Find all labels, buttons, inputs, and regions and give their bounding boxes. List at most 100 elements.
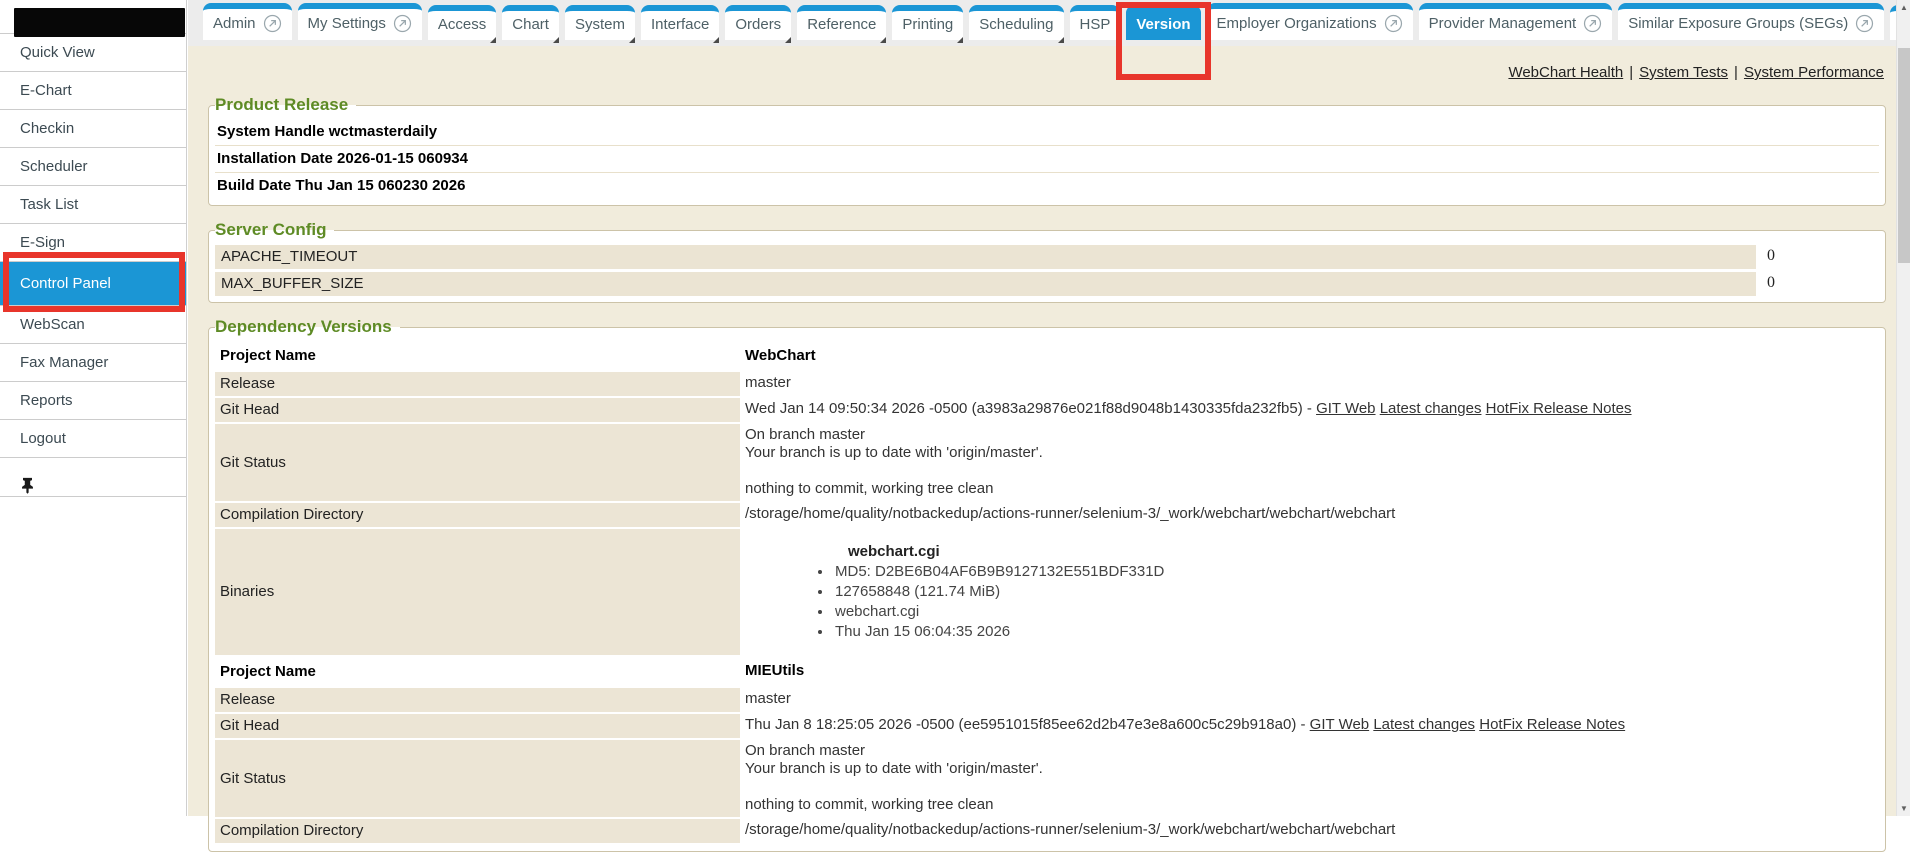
annotation-black-bar — [14, 8, 185, 37]
table-row-compilation-directory: Compilation Directory /storage/home/qual… — [215, 502, 1879, 528]
tab-reference[interactable]: Reference — [797, 5, 886, 40]
sidebar: Quick View E-Chart Checkin Scheduler Tas… — [0, 0, 187, 816]
installation-date-row: Installation Date 2026-01-15 060934 — [215, 146, 1879, 173]
hotfix-release-notes-link[interactable]: HotFix Release Notes — [1479, 716, 1625, 733]
system-handle-row: System Handle wctmasterdaily — [215, 119, 1879, 146]
system-performance-link[interactable]: System Performance — [1744, 64, 1884, 81]
row-label: Compilation Directory — [215, 818, 740, 844]
sidebar-item-e-chart[interactable]: E-Chart — [0, 71, 186, 109]
dropdown-caret-icon — [490, 37, 496, 43]
release-value: master — [740, 371, 1879, 397]
table-row-git-head: Git Head Wed Jan 14 09:50:34 2026 -0500 … — [215, 397, 1879, 423]
external-link-icon — [1384, 14, 1403, 33]
tab-label: Access — [438, 16, 486, 33]
sidebar-item-reports[interactable]: Reports — [0, 381, 186, 419]
tab-label: Admin — [213, 15, 256, 32]
sidebar-item-pin[interactable] — [0, 457, 186, 497]
dropdown-caret-icon — [785, 37, 791, 43]
vertical-scrollbar[interactable]: ▲ ▼ — [1896, 0, 1910, 816]
latest-changes-link[interactable]: Latest changes — [1380, 400, 1482, 417]
link-separator: | — [1629, 64, 1633, 81]
tab-label: Scheduling — [979, 16, 1053, 33]
git-status-value: On branch master Your branch is up to da… — [740, 739, 1879, 818]
config-value: 0 — [1759, 272, 1879, 296]
row-label: Binaries — [215, 528, 740, 656]
dependency-versions-table: Project Name WebChart Release master Git… — [215, 341, 1879, 845]
tab-interface[interactable]: Interface — [641, 5, 719, 40]
sidebar-item-checkin[interactable]: Checkin — [0, 109, 186, 147]
link-separator: | — [1734, 64, 1738, 81]
table-row-git-status: Git Status On branch master Your branch … — [215, 423, 1879, 502]
table-row-release: Release master — [215, 687, 1879, 713]
hotfix-release-notes-link[interactable]: HotFix Release Notes — [1486, 400, 1632, 417]
dependency-versions-title: Dependency Versions — [215, 317, 400, 337]
tab-label: Version — [1136, 16, 1190, 33]
dropdown-caret-icon — [553, 37, 559, 43]
project-name-value: MIEUtils — [740, 656, 1879, 687]
binary-details-list: MD5: D2BE6B04AF6B9B9127132E551BDF331D 12… — [745, 563, 1874, 640]
tab-bar: Admin My Settings Access Chart System In… — [188, 0, 1896, 46]
sidebar-item-logout[interactable]: Logout — [0, 419, 186, 457]
tab-label: My Settings — [308, 15, 386, 32]
tab-access[interactable]: Access — [428, 5, 496, 40]
tab-printing[interactable]: Printing — [892, 5, 963, 40]
sidebar-item-task-list[interactable]: Task List — [0, 185, 186, 223]
webchart-health-link[interactable]: WebChart Health — [1508, 64, 1623, 81]
tab-label: Similar Exposure Groups (SEGs) — [1628, 15, 1848, 32]
sidebar-item-e-sign[interactable]: E-Sign — [0, 223, 186, 261]
dropdown-caret-icon — [629, 37, 635, 43]
scroll-down-arrow-icon[interactable]: ▼ — [1897, 801, 1910, 816]
binary-size: 127658848 (121.74 MiB) — [833, 583, 1874, 600]
server-config-title: Server Config — [215, 220, 334, 240]
tab-version[interactable]: Version — [1126, 5, 1200, 40]
tab-chart[interactable]: Chart — [502, 5, 559, 40]
scrollbar-thumb[interactable] — [1898, 48, 1910, 263]
sidebar-item-scheduler[interactable]: Scheduler — [0, 147, 186, 185]
tab-provider-management[interactable]: Provider Management — [1419, 3, 1613, 40]
tab-label: System — [575, 16, 625, 33]
sidebar-item-control-panel[interactable]: Control Panel — [0, 261, 186, 305]
tab-scheduling[interactable]: Scheduling — [969, 5, 1063, 40]
tab-similar-exposure-groups[interactable]: Similar Exposure Groups (SEGs) — [1618, 3, 1884, 40]
pushpin-icon — [20, 470, 35, 487]
sidebar-item-fax-manager[interactable]: Fax Manager — [0, 343, 186, 381]
table-row-binaries: Binaries webchart.cgi MD5: D2BE6B04AF6B9… — [215, 528, 1879, 656]
git-web-link[interactable]: GIT Web — [1316, 400, 1375, 417]
git-head-text: Wed Jan 14 09:50:34 2026 -0500 (a3983a29… — [745, 400, 1312, 417]
tab-my-settings[interactable]: My Settings — [298, 3, 422, 40]
git-web-link[interactable]: GIT Web — [1310, 716, 1369, 733]
git-head-value: Wed Jan 14 09:50:34 2026 -0500 (a3983a29… — [740, 397, 1879, 423]
git-status-value: On branch master Your branch is up to da… — [740, 423, 1879, 502]
tab-label: Printing — [902, 16, 953, 33]
server-config-row: APACHE_TIMEOUT 0 — [215, 245, 1879, 269]
tab-employer-organizations[interactable]: Employer Organizations — [1207, 3, 1413, 40]
tab-hsp[interactable]: HSP — [1070, 5, 1121, 40]
main-content: WebChart Health | System Tests | System Perf… — [188, 46, 1896, 816]
system-tests-link[interactable]: System Tests — [1639, 64, 1728, 81]
sidebar-item-webscan[interactable]: WebScan — [0, 305, 186, 343]
product-release-title: Product Release — [215, 95, 356, 115]
table-row-release: Release master — [215, 371, 1879, 397]
table-row-git-status: Git Status On branch master Your branch … — [215, 739, 1879, 818]
tab-label: Provider Management — [1429, 15, 1577, 32]
sidebar-item-quick-view[interactable]: Quick View — [0, 33, 186, 71]
tab-strip: Admin My Settings Access Chart System In… — [188, 0, 1896, 46]
binary-date: Thu Jan 15 06:04:35 2026 — [833, 623, 1874, 640]
latest-changes-link[interactable]: Latest changes — [1373, 716, 1475, 733]
config-key: MAX_BUFFER_SIZE — [215, 272, 1756, 296]
compilation-directory-value: /storage/home/quality/notbackedup/action… — [740, 818, 1879, 844]
tab-orders[interactable]: Orders — [725, 5, 791, 40]
server-config-row: MAX_BUFFER_SIZE 0 — [215, 272, 1879, 296]
tab-admin[interactable]: Admin — [203, 3, 292, 40]
git-head-value: Thu Jan 8 18:25:05 2026 -0500 (ee5951015… — [740, 713, 1879, 739]
config-value: 0 — [1759, 245, 1879, 269]
project-name-header: Project Name — [215, 656, 740, 687]
row-label: Git Head — [215, 713, 740, 739]
dependency-versions-section: Dependency Versions Project Name WebChar… — [208, 317, 1886, 852]
binary-file-name: webchart.cgi — [848, 543, 1874, 560]
row-label: Release — [215, 371, 740, 397]
release-value: master — [740, 687, 1879, 713]
tab-system[interactable]: System — [565, 5, 635, 40]
sidebar-menu: Quick View E-Chart Checkin Scheduler Tas… — [0, 33, 186, 497]
scroll-up-arrow-icon[interactable]: ▲ — [1897, 0, 1910, 15]
